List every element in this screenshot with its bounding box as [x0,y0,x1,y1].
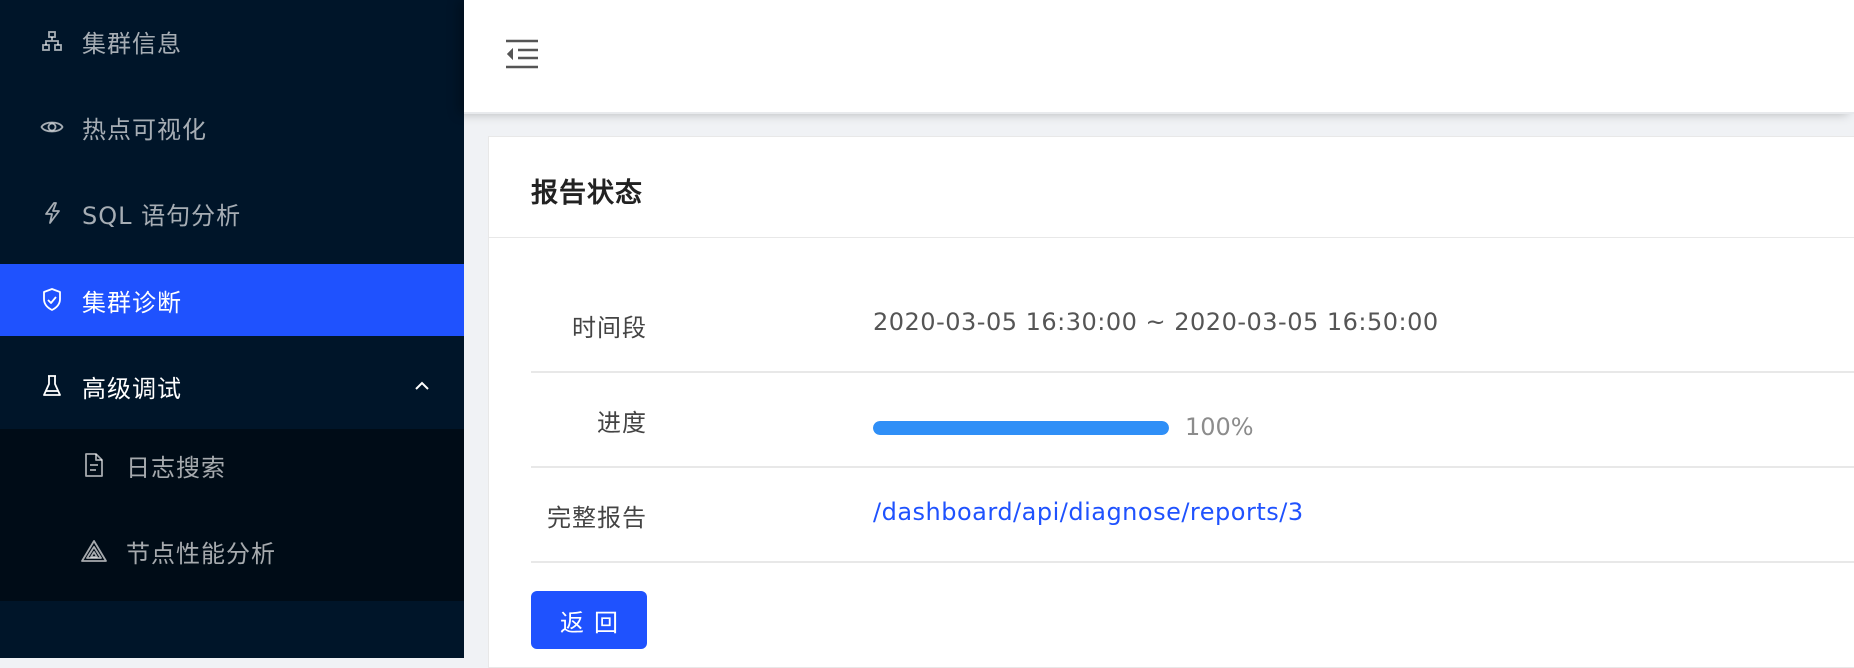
sidebar-item-sql-analysis[interactable]: SQL 语句分析 [0,177,464,249]
progress-row: 进度 100% [531,372,1854,468]
sidebar-item-label: 集群诊断 [82,288,182,317]
chevron-up-icon[interactable] [410,374,434,398]
top-header [464,0,1854,114]
progress-percent-text: 100% [1185,413,1254,441]
sidebar-item-hot-visualization[interactable]: 热点可视化 [0,91,464,163]
sidebar-item-label: 集群信息 [82,29,182,58]
triangle-layers-icon [80,537,108,565]
cluster-icon [38,27,66,55]
full-report-label: 完整报告 [547,504,647,532]
progress-bar: 100% [873,413,1254,442]
experiment-flask-icon [38,372,66,400]
back-button[interactable]: 返回 [531,591,647,649]
thunderbolt-icon [38,199,66,227]
sidebar-item-log-search[interactable]: 日志搜索 [0,429,464,501]
progress-fill [873,421,1169,435]
sidebar-item-label: 热点可视化 [82,115,207,144]
file-text-icon [80,451,108,479]
sidebar-item-label: 高级调试 [82,374,182,403]
time-range-label: 时间段 [572,314,647,342]
progress-label: 进度 [597,409,647,437]
sidebar-item-cluster-info[interactable]: 集群信息 [0,5,464,77]
progress-track [873,421,1169,435]
menu-fold-icon[interactable] [504,36,540,72]
eye-icon [38,113,66,141]
sidebar-item-label: 日志搜索 [126,453,226,482]
time-range-row: 时间段 2020-03-05 16:30:00 ~ 2020-03-05 16:… [531,277,1854,373]
report-status-card: 报告状态 时间段 2020-03-05 16:30:00 ~ 2020-03-0… [488,136,1854,668]
safety-shield-icon [38,286,66,314]
sidebar-item-label: 节点性能分析 [126,539,276,568]
time-range-value: 2020-03-05 16:30:00 ~ 2020-03-05 16:50:0… [873,308,1439,336]
full-report-row: 完整报告 /dashboard/api/diagnose/reports/3 [531,467,1854,563]
full-report-link[interactable]: /dashboard/api/diagnose/reports/3 [873,498,1304,526]
divider [489,237,1854,238]
card-title: 报告状态 [531,178,643,209]
sidebar-item-label: SQL 语句分析 [82,201,242,230]
